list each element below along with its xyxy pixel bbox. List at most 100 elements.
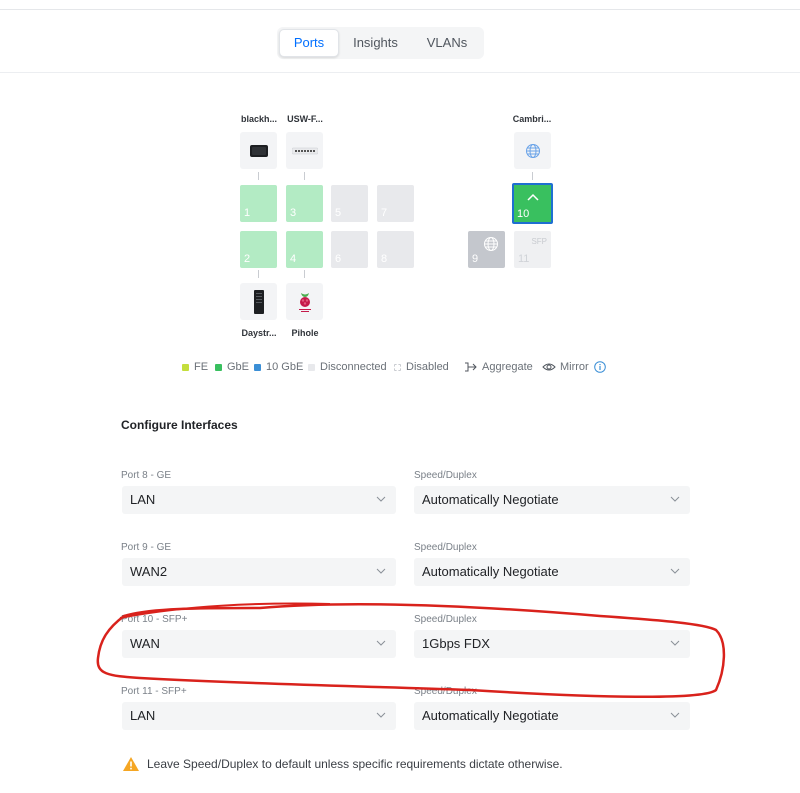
legend-gbe: GbE [215,360,249,374]
select-value: LAN [130,708,156,723]
fe-swatch [182,363,189,371]
device-cambri[interactable] [514,132,551,169]
device-blackhole[interactable] [240,132,277,169]
chevron-down-icon [670,568,680,574]
port-2[interactable]: 2 [240,231,277,268]
port-label: Port 9 - GE [121,542,172,553]
speed-select-port-10[interactable]: 1Gbps FDX [414,630,690,658]
port-number: 5 [335,207,342,219]
port-number: 7 [381,207,388,219]
select-value: WAN2 [130,564,168,579]
chevron-down-icon [670,640,680,646]
network-select-port-9[interactable]: WAN2 [122,558,396,586]
gbe-swatch [215,363,222,371]
ten-gbe-swatch [254,363,261,371]
port-5[interactable]: 5 [331,185,368,222]
port-number: 4 [290,253,297,265]
port-3[interactable]: 3 [286,185,323,222]
connector-line [304,270,305,278]
port-10[interactable]: 10 [512,183,553,224]
tab-insights[interactable]: Insights [339,29,412,57]
aggregate-icon [465,362,477,372]
top-bar [0,0,800,10]
device-daystr[interactable] [240,283,277,320]
switch-icon [291,147,318,154]
chevron-up-icon [527,193,539,201]
device-name-blackhole: blackh... [240,114,277,124]
port-number: 2 [244,253,251,265]
speed-select-port-9[interactable]: Automatically Negotiate [414,558,690,586]
globe-icon [525,143,540,158]
legend-10gbe: 10 GbE [254,360,303,374]
network-select-port-8[interactable]: LAN [122,486,396,514]
tab-vlans[interactable]: VLANs [412,29,482,57]
network-select-port-10[interactable]: WAN [122,630,396,658]
raspberry-pi-icon [298,292,311,312]
device-usw[interactable] [286,132,323,169]
disconnected-swatch [308,363,315,371]
connector-line [258,270,259,278]
port-11[interactable]: SFP 11 [514,231,551,268]
chevron-down-icon [670,496,680,502]
eye-icon [542,363,556,371]
port-1[interactable]: 1 [240,185,277,222]
connector-line [258,172,259,180]
speed-label: Speed/Duplex [414,686,477,697]
speed-label: Speed/Duplex [414,542,477,553]
section-title: Configure Interfaces [121,418,238,432]
sfp-tag: SFP [531,237,547,246]
port-label: Port 11 - SFP+ [121,686,187,697]
legend-disconnected: Disconnected [308,360,387,374]
legend-label: Mirror [560,361,589,373]
speed-label: Speed/Duplex [414,614,477,625]
legend-label: FE [194,361,209,373]
warning-triangle-icon [123,757,139,771]
port-number: 1 [244,207,251,219]
port-9[interactable]: 9 [468,231,505,268]
legend-label: 10 GbE [266,361,304,373]
select-value: 1Gbps FDX [422,636,490,651]
speed-select-port-8[interactable]: Automatically Negotiate [414,486,690,514]
device-name-cambri: Cambri... [512,114,552,124]
port-number: 3 [290,207,297,219]
info-icon[interactable] [593,361,606,373]
select-value: Automatically Negotiate [422,564,559,579]
chevron-down-icon [376,568,386,574]
chevron-down-icon [376,496,386,502]
speed-select-port-11[interactable]: Automatically Negotiate [414,702,690,730]
tab-bar: Ports Insights VLANs [0,10,800,73]
tab-ports[interactable]: Ports [279,29,339,57]
dark-device-icon [249,144,268,157]
chevron-down-icon [376,640,386,646]
network-select-port-11[interactable]: LAN [122,702,396,730]
port-number: 10 [517,208,530,220]
disabled-swatch [394,363,401,371]
warning-text: Leave Speed/Duplex to default unless spe… [147,757,563,771]
tower-device-icon [253,289,264,314]
speed-label: Speed/Duplex [414,470,477,481]
port-6[interactable]: 6 [331,231,368,268]
select-value: Automatically Negotiate [422,708,559,723]
port-7[interactable]: 7 [377,185,414,222]
select-value: Automatically Negotiate [422,492,559,507]
select-value: WAN [130,636,160,651]
legend-fe: FE [182,360,208,374]
device-name-daystr: Daystr... [241,328,277,338]
device-pihole[interactable] [286,283,323,320]
segmented-tabs: Ports Insights VLANs [277,27,484,59]
legend-label: GbE [227,361,250,373]
legend-label: Disabled [406,361,449,373]
chevron-down-icon [670,712,680,718]
port-label: Port 10 - SFP+ [121,614,188,625]
port-4[interactable]: 4 [286,231,323,268]
port-8[interactable]: 8 [377,231,414,268]
red-annotation-outline [96,602,726,698]
port-label: Port 8 - GE [121,470,172,481]
select-value: LAN [130,492,156,507]
device-name-usw: USW-F... [287,114,323,124]
legend-aggregate: Aggregate [464,360,533,374]
chevron-down-icon [376,712,386,718]
connector-line [532,172,533,180]
device-name-pihole: Pihole [291,328,319,338]
warning-message: Leave Speed/Duplex to default unless spe… [122,756,563,772]
